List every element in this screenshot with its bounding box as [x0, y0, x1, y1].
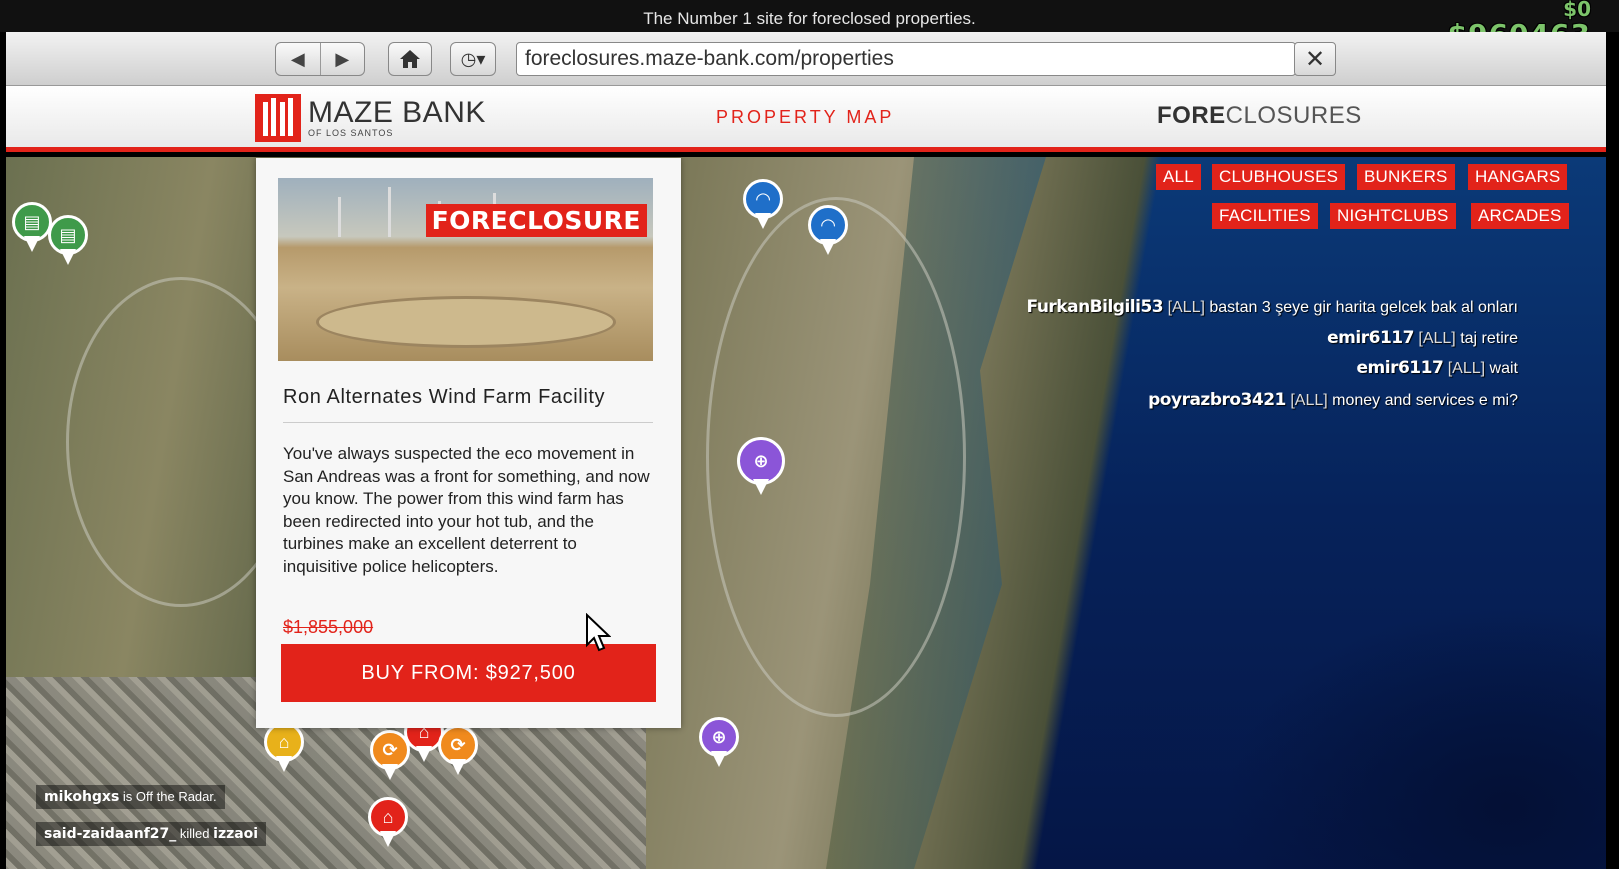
home-icon: [400, 50, 420, 68]
brand-subtitle: OF LOS SANTOS: [308, 128, 394, 138]
history-button[interactable]: ◷▾: [450, 42, 496, 76]
filter-clubhouses[interactable]: CLUBHOUSES: [1212, 164, 1346, 190]
brand-name: MAZE BANK: [308, 96, 486, 129]
filter-arcades[interactable]: ARCADES: [1471, 203, 1569, 229]
chat-line: poyrazbro3421 [ALL] money and services e…: [1148, 390, 1518, 410]
filter-bunkers[interactable]: BUNKERS: [1357, 164, 1455, 190]
map-pin-green[interactable]: ▤: [12, 202, 52, 254]
chat-line: FurkanBilgili53 [ALL] bastan 3 şeye gir …: [1026, 297, 1518, 317]
maze-bank-logo[interactable]: MAZE BANK OF LOS SANTOS: [255, 94, 486, 142]
filter-all[interactable]: ALL: [1156, 164, 1201, 190]
map-pin-purple[interactable]: ⊕: [737, 437, 785, 495]
site-tagline: The Number 1 site for foreclosed propert…: [643, 9, 976, 28]
filter-hangars[interactable]: HANGARS: [1468, 164, 1568, 190]
chat-line: emir6117 [ALL] wait: [1356, 358, 1519, 378]
divider: [283, 422, 653, 423]
property-card: FORECLOSURE Ron Alternates Wind Farm Fac…: [256, 158, 681, 728]
close-icon[interactable]: ✕: [1294, 42, 1336, 76]
back-arrow-icon[interactable]: ◀: [276, 43, 321, 75]
feed-message: said-zaidaanf27_ killed izzaoi: [36, 822, 267, 846]
browser-toolbar: ◀ ▶ ◷▾ foreclosures.maze-bank.com/proper…: [6, 32, 1606, 86]
site-header: MAZE BANK OF LOS SANTOS PROPERTY MAP FOR…: [6, 86, 1606, 152]
map-pin-yellow[interactable]: ⌂: [264, 722, 304, 774]
foreclosures-title: FORECLOSURES: [1157, 102, 1362, 129]
history-clock-icon: ◷▾: [460, 48, 486, 69]
property-photo: FORECLOSURE: [278, 178, 653, 361]
feed-message: mikohgxs is Off the Radar.: [36, 785, 225, 809]
chat-line: emir6117 [ALL] taj retire: [1327, 328, 1518, 348]
nav-buttons: ◀ ▶: [275, 42, 365, 76]
map-pin-blue[interactable]: ◠: [743, 179, 783, 231]
filter-nightclubs[interactable]: NIGHTCLUBS: [1330, 203, 1456, 229]
map-pin-red[interactable]: ⌂: [368, 797, 408, 849]
property-title: Ron Alternates Wind Farm Facility: [283, 386, 606, 408]
map-pin-orange[interactable]: ⟳: [438, 725, 478, 777]
property-map-link[interactable]: PROPERTY MAP: [716, 107, 894, 128]
home-button[interactable]: [388, 42, 432, 76]
foreclosure-stamp: FORECLOSURE: [425, 204, 647, 237]
map-pin-purple[interactable]: ⊕: [699, 717, 739, 769]
cursor-icon: [586, 613, 611, 652]
map-pin-blue[interactable]: ◠: [808, 205, 848, 257]
map-pin-green[interactable]: ▤: [48, 215, 88, 267]
forward-arrow-icon[interactable]: ▶: [321, 43, 365, 75]
url-bar[interactable]: foreclosures.maze-bank.com/properties: [516, 42, 1296, 76]
original-price: $1,855,000: [283, 617, 374, 637]
top-bar: The Number 1 site for foreclosed propert…: [0, 0, 1619, 32]
maze-bank-logo-icon: [255, 94, 301, 142]
cash-amount: $0: [1563, 0, 1591, 21]
property-description: You've always suspected the eco movement…: [283, 444, 650, 576]
race-track: [316, 296, 616, 348]
filter-facilities[interactable]: FACILITIES: [1212, 203, 1318, 229]
property-map[interactable]: ▤ ▤ ◠ ◠ ⊕ ⊕ ⌂ ⟳ ⌂ ⟳ ⌂ ALL CLUBHOUSES BUN…: [6, 157, 1606, 869]
